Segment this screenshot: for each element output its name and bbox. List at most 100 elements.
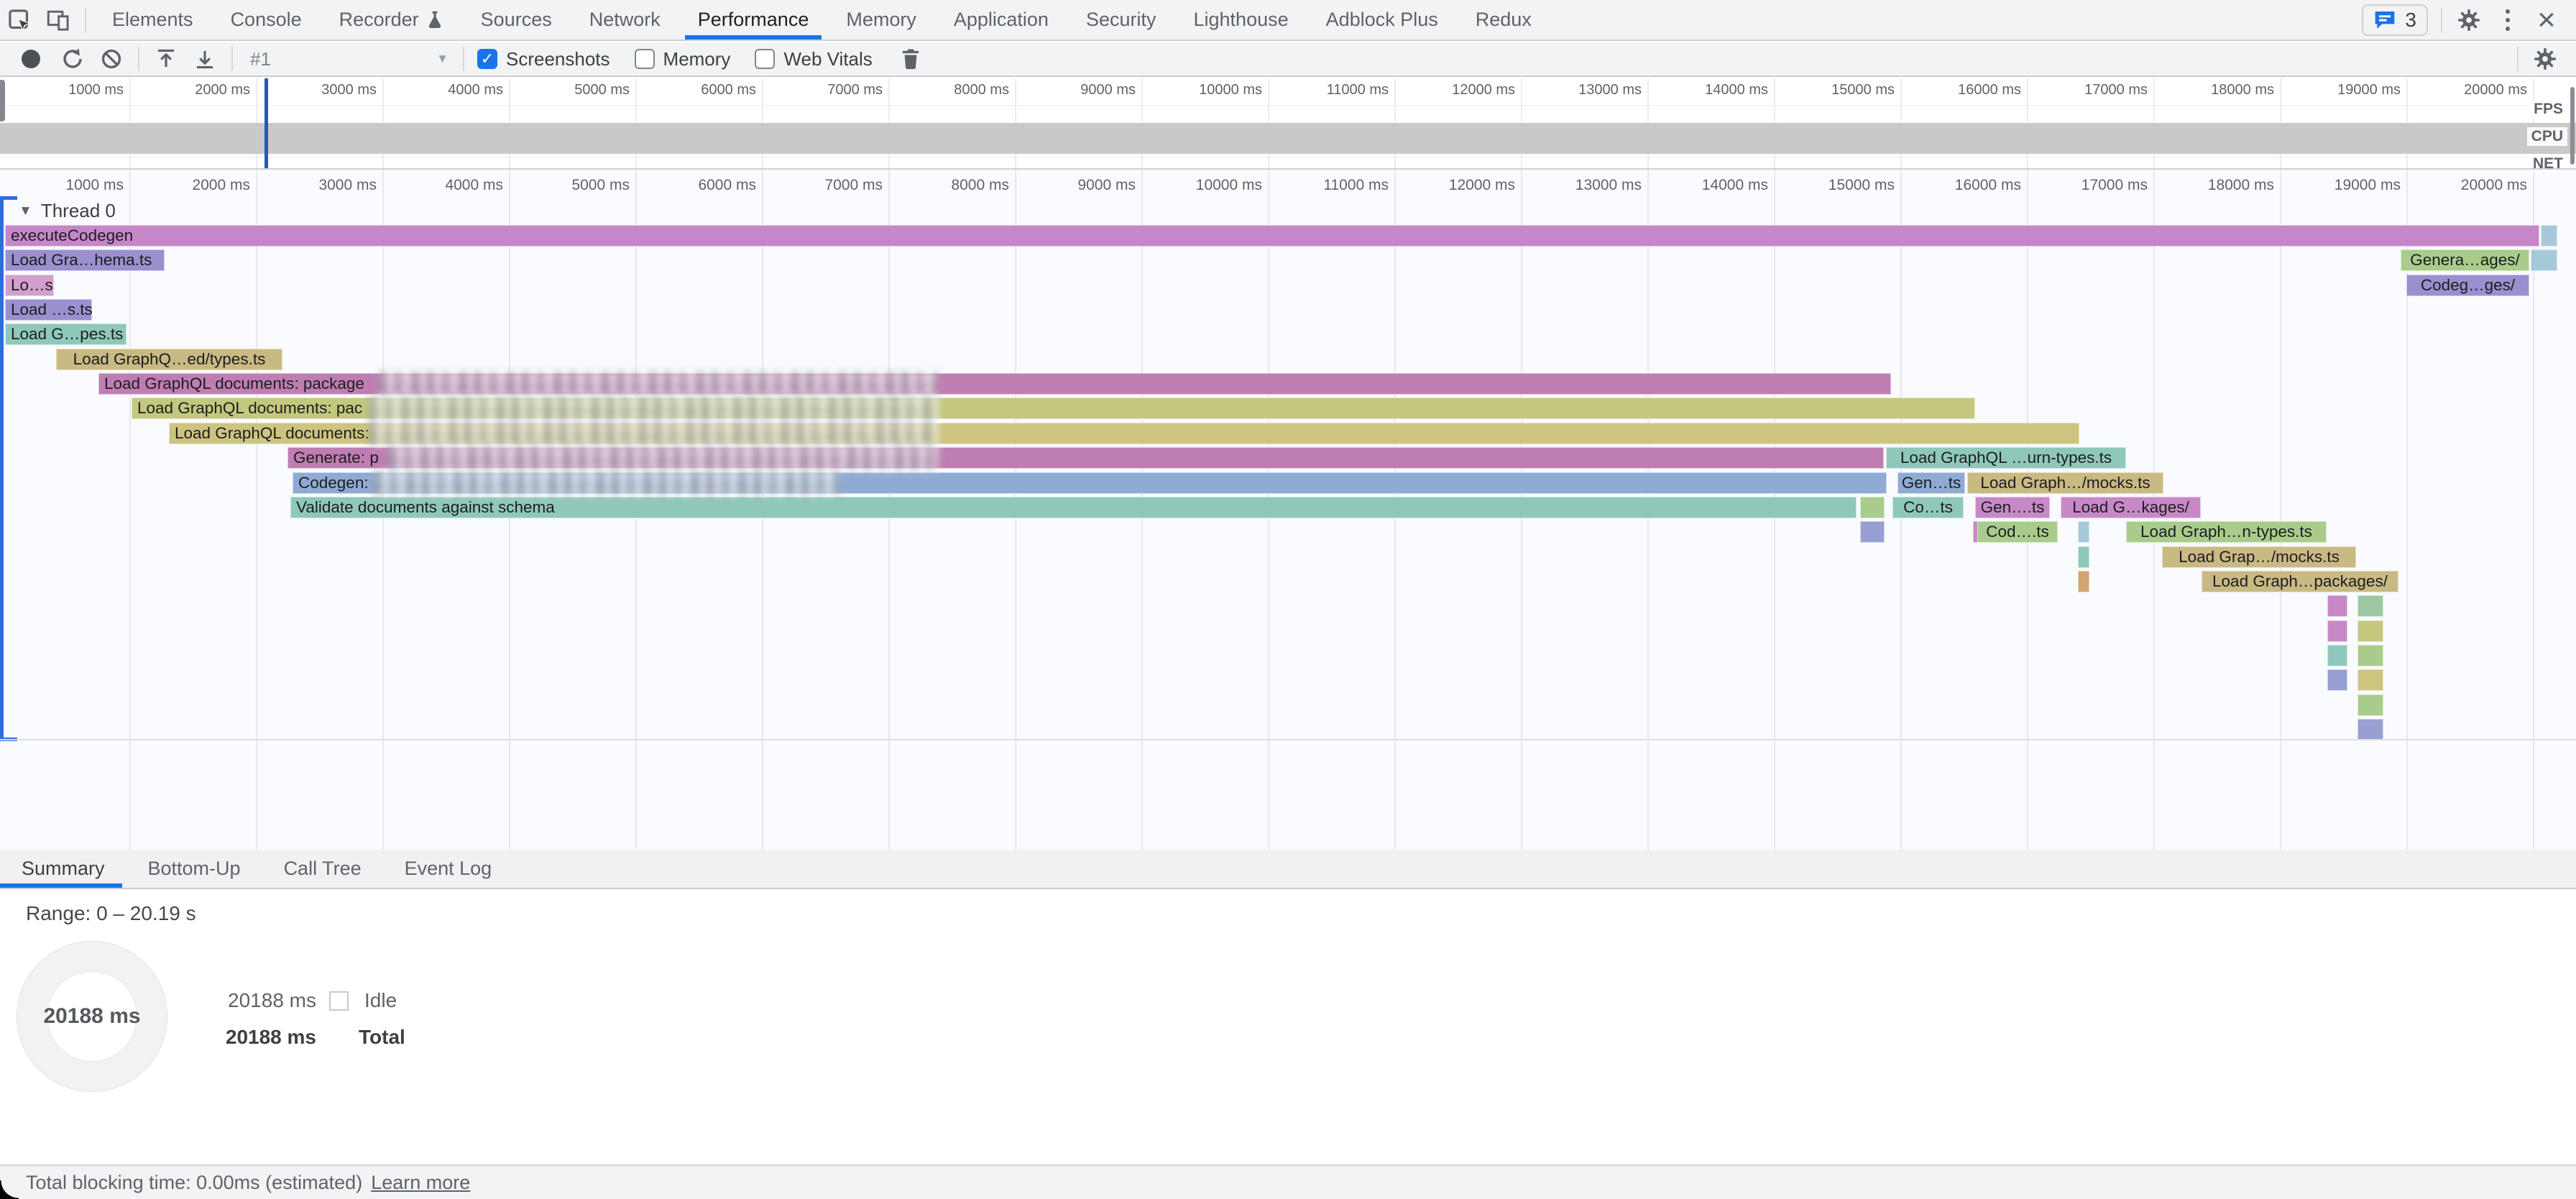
flame-bar[interactable]: Load Graph…packages/ [2202, 571, 2398, 592]
settings-button[interactable] [2450, 1, 2488, 40]
flame-bar[interactable]: Load GraphQ…ed/types.ts [56, 349, 282, 370]
overview-scrollbar[interactable] [2570, 87, 2575, 165]
flame-bar[interactable]: Codeg…ges/ [2406, 275, 2529, 296]
overview-ruler-divider [0, 105, 2576, 106]
flame-bar[interactable]: Load GraphQL documents: package [98, 373, 1891, 395]
flame-bar[interactable]: Load Gra…hema.ts [5, 249, 165, 271]
details-tab-bottom-up[interactable]: Bottom-Up [126, 850, 262, 888]
flame-bar[interactable] [2358, 620, 2383, 642]
reload-and-record-button[interactable] [53, 40, 92, 78]
flame-bar[interactable]: Load Graph…/mocks.ts [1967, 472, 2163, 494]
tab-elements[interactable]: Elements [93, 0, 212, 40]
save-profile-button[interactable] [185, 40, 224, 78]
ruler-tick-label: 5000 ms [571, 177, 630, 194]
gridline [256, 170, 257, 850]
flame-bar[interactable] [2358, 694, 2383, 716]
flame-bar[interactable] [2327, 620, 2347, 642]
ruler-tick-label: 4000 ms [445, 177, 503, 194]
ruler-tick-label: 13000 ms [1576, 177, 1642, 194]
unchecked-checkbox-icon[interactable] [755, 49, 775, 69]
tab-redux[interactable]: Redux [1457, 0, 1550, 40]
checkbox-screenshots[interactable]: ✓Screenshots [477, 48, 610, 70]
tab-memory[interactable]: Memory [827, 0, 935, 40]
flame-bar[interactable] [2531, 249, 2557, 271]
delete-recording-button[interactable] [891, 40, 930, 78]
inspect-element-button[interactable] [0, 1, 39, 40]
history-select[interactable]: #1 ▼ [240, 45, 456, 73]
capture-settings-button[interactable] [2526, 40, 2564, 78]
clear-recording-button[interactable] [92, 40, 131, 78]
flame-bar[interactable] [2358, 595, 2383, 617]
tab-console[interactable]: Console [212, 0, 321, 40]
flame-bar[interactable] [2358, 669, 2383, 691]
tab-lighthouse[interactable]: Lighthouse [1175, 0, 1307, 40]
unchecked-checkbox-icon[interactable] [635, 49, 655, 69]
flame-bar[interactable]: Load GraphQL documents: [169, 423, 2079, 444]
flame-bar[interactable]: Load …s.ts [5, 299, 92, 321]
track-selection-bracket [0, 196, 4, 741]
flame-bar[interactable]: Load GraphQL documents: pac [132, 398, 1975, 419]
performance-toolbar: #1 ▼ ✓Screenshots Memory Web Vitals [0, 42, 2576, 77]
flame-bar[interactable]: Generate: p [288, 447, 1884, 469]
tab-network[interactable]: Network [571, 0, 679, 40]
ruler-tick-label: 14000 ms [1705, 82, 1768, 98]
checkbox-web-vitals[interactable]: Web Vitals [755, 48, 872, 70]
learn-more-link[interactable]: Learn more [371, 1172, 470, 1194]
flame-bar[interactable]: Codegen: [293, 472, 1887, 494]
flame-bar[interactable]: Co…ts [1892, 497, 1964, 518]
flame-bar[interactable] [2541, 225, 2557, 247]
checkbox-memory[interactable]: Memory [635, 48, 731, 70]
kebab-menu-icon [2506, 9, 2510, 31]
tab-sources[interactable]: Sources [462, 0, 571, 40]
flame-bar[interactable] [2078, 546, 2089, 568]
thread-track-label: Thread 0 [41, 200, 116, 222]
flame-bar[interactable] [1860, 521, 1885, 543]
flame-bar[interactable]: Load GraphQL …urn-types.ts [1886, 447, 2126, 469]
ruler-tick-label: 9000 ms [1077, 177, 1136, 194]
load-profile-button[interactable] [147, 40, 185, 78]
flame-bar[interactable]: Load G…pes.ts [5, 323, 126, 345]
flame-bar[interactable]: Lo…s [5, 275, 54, 296]
flame-chart[interactable]: 1000 ms2000 ms3000 ms4000 ms5000 ms6000 … [0, 170, 2576, 850]
ruler-tick-label: 20000 ms [2464, 82, 2527, 98]
flame-bar[interactable]: Load G…kages/ [2061, 497, 2201, 518]
flame-bar[interactable] [2358, 719, 2383, 740]
ruler-tick-label: 6000 ms [701, 82, 756, 98]
details-tab-event-log[interactable]: Event Log [383, 850, 514, 888]
flame-bar[interactable] [1860, 497, 1885, 518]
thread-track-header[interactable]: ▼ Thread 0 [19, 200, 116, 222]
details-tab-summary[interactable]: Summary [0, 850, 126, 888]
flame-bar[interactable]: Load Graph…n-types.ts [2126, 521, 2327, 543]
device-toolbar-button[interactable] [39, 1, 78, 40]
close-devtools-button[interactable]: × [2527, 1, 2566, 40]
tab-performance[interactable]: Performance [679, 0, 828, 40]
more-options-button[interactable] [2488, 1, 2527, 40]
flame-bar[interactable] [2358, 645, 2383, 666]
flame-bar[interactable] [2327, 595, 2347, 617]
flame-bar[interactable]: Gen…ts [1898, 472, 1965, 494]
flame-bar[interactable]: Genera…ages/ [2401, 249, 2529, 271]
overview-cursor-line[interactable] [264, 78, 268, 168]
tab-adblock-plus[interactable]: Adblock Plus [1307, 0, 1457, 40]
record-button[interactable] [22, 50, 40, 68]
flame-bar[interactable] [2078, 571, 2089, 592]
flame-bar[interactable]: Cod….ts [1977, 521, 2058, 543]
flame-bar[interactable]: Validate documents against schema [290, 497, 1857, 518]
flame-bar[interactable] [2078, 521, 2089, 543]
flame-bar[interactable]: executeCodegen [5, 225, 2539, 247]
total-blocking-time-text: Total blocking time: 0.00ms (estimated) [26, 1172, 362, 1194]
flame-bar[interactable]: Gen….ts [1975, 497, 2050, 518]
timeline-overview[interactable]: 1000 ms2000 ms3000 ms4000 ms5000 ms6000 … [0, 78, 2576, 170]
details-tab-call-tree[interactable]: Call Tree [262, 850, 383, 888]
flame-bar[interactable] [2327, 669, 2347, 691]
toolbar-separator [2517, 47, 2518, 71]
gridline [2280, 170, 2281, 850]
tab-application[interactable]: Application [935, 0, 1067, 40]
overview-left-grip[interactable] [0, 80, 5, 121]
tab-recorder[interactable]: Recorder [321, 0, 462, 40]
issues-badge[interactable]: 3 [2362, 4, 2428, 36]
tab-security[interactable]: Security [1067, 0, 1175, 40]
flame-bar[interactable] [2327, 645, 2347, 666]
checked-checkbox-icon[interactable]: ✓ [477, 49, 497, 69]
flame-bar[interactable]: Load Grap…/mocks.ts [2162, 546, 2356, 568]
